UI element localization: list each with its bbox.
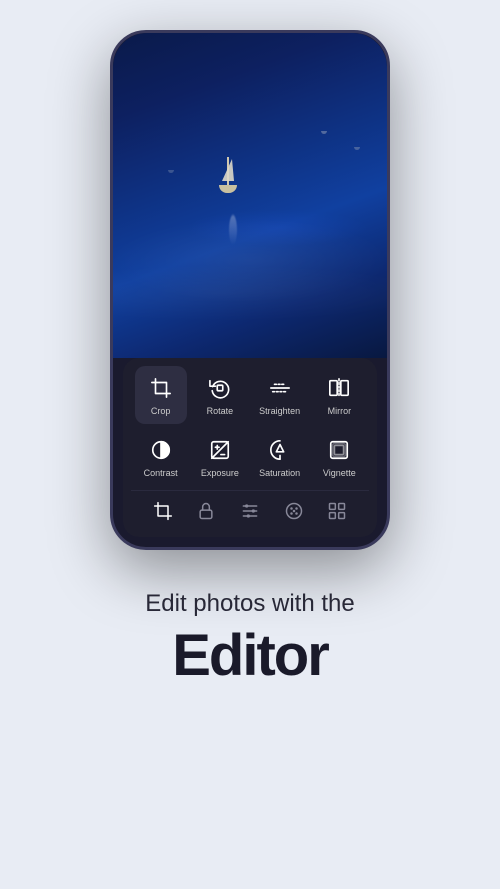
distant-boat-1 [321,131,327,134]
vignette-label: Vignette [323,468,356,478]
main-title-text: Editor [145,622,354,689]
text-section: Edit photos with the Editor [115,590,384,689]
bottom-crop-icon[interactable] [149,497,177,525]
mirror-label: Mirror [328,406,352,416]
distant-boat-2 [354,147,360,150]
tool-saturation[interactable]: Saturation [253,428,306,486]
saturation-label: Saturation [259,468,300,478]
vignette-icon [325,436,353,464]
rotate-icon [206,374,234,402]
tool-crop[interactable]: Crop [135,366,187,424]
toolbar-bottom-nav [131,490,369,529]
tool-contrast[interactable]: Contrast [135,428,187,486]
bottom-sliders-icon[interactable] [236,497,264,525]
phone-frame: Crop Rotate [110,30,390,550]
tool-vignette[interactable]: Vignette [313,428,365,486]
tools-row-1: Crop Rotate [131,366,369,424]
toolbar-card: Crop Rotate [123,358,377,537]
tool-mirror[interactable]: Mirror [313,366,365,424]
bottom-grid-icon[interactable] [323,497,351,525]
rotate-label: Rotate [207,406,234,416]
exposure-icon [206,436,234,464]
crop-label: Crop [151,406,171,416]
bottom-palette-icon[interactable] [280,497,308,525]
tools-row-2: Contrast Expos [131,428,369,486]
phone-container: Crop Rotate [110,30,390,550]
boat-sail [222,159,234,181]
distant-boat-3 [168,170,174,173]
exposure-label: Exposure [201,468,239,478]
contrast-icon [147,436,175,464]
mirror-icon [325,374,353,402]
tool-rotate[interactable]: Rotate [194,366,246,424]
contrast-label: Contrast [144,468,178,478]
bottom-lock-icon[interactable] [192,497,220,525]
tool-exposure[interactable]: Exposure [194,428,246,486]
straighten-label: Straighten [259,406,300,416]
boat-mast [227,157,229,185]
ocean-overlay [113,33,387,358]
phone-screen: Crop Rotate [113,33,387,547]
main-boat [219,157,237,193]
tool-straighten[interactable]: Straighten [253,366,306,424]
photo-area [113,33,387,358]
boat-hull [219,185,237,193]
crop-icon [147,374,175,402]
straighten-icon [266,374,294,402]
saturation-icon [266,436,294,464]
subtitle-text: Edit photos with the [145,590,354,618]
